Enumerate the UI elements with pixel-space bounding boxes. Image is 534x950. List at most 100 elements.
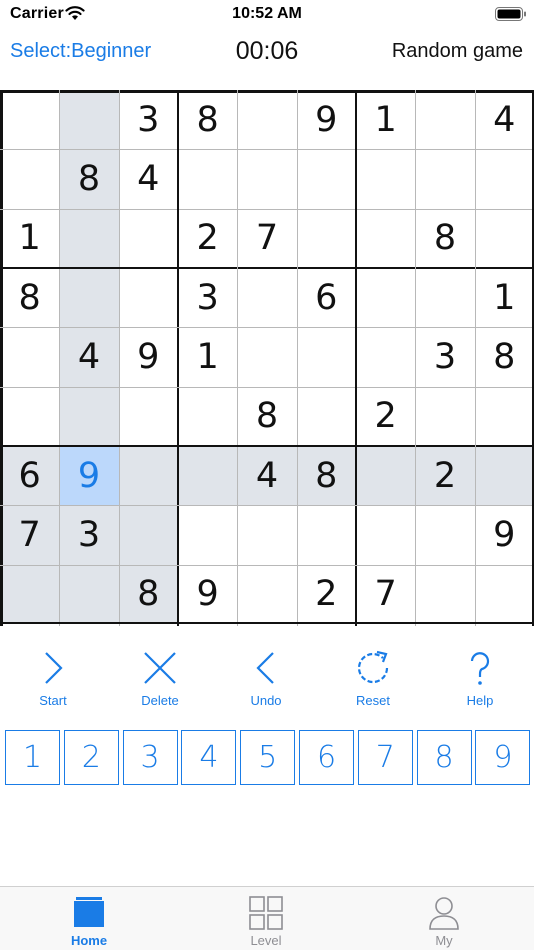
sudoku-cell[interactable]: 8 — [296, 445, 356, 506]
start-button[interactable]: Start — [13, 648, 93, 712]
sudoku-cell[interactable] — [237, 565, 296, 624]
number-key[interactable]: 9 — [475, 730, 531, 785]
sudoku-cell[interactable] — [237, 505, 296, 564]
sudoku-cell[interactable] — [475, 565, 534, 624]
sudoku-cell[interactable]: 9 — [475, 505, 534, 564]
sudoku-cell[interactable] — [415, 387, 474, 446]
sudoku-cell[interactable]: 9 — [119, 327, 178, 386]
sudoku-cell[interactable] — [0, 327, 59, 386]
number-key[interactable]: 1 — [5, 730, 60, 785]
sudoku-cell[interactable] — [237, 149, 296, 208]
sudoku-cell[interactable]: 1 — [178, 327, 237, 386]
sudoku-cell[interactable] — [119, 387, 178, 446]
sudoku-cell[interactable] — [356, 327, 415, 386]
sudoku-cell[interactable]: 2 — [356, 387, 415, 446]
number-key[interactable]: 3 — [122, 730, 178, 785]
sudoku-cell[interactable]: 6 — [297, 268, 356, 327]
undo-button[interactable]: Undo — [226, 648, 306, 712]
sudoku-cell[interactable] — [297, 505, 356, 564]
sudoku-cell[interactable] — [0, 90, 59, 149]
sudoku-cell[interactable]: 3 — [178, 268, 237, 327]
sudoku-cell[interactable]: 8 — [237, 387, 296, 446]
number-key[interactable]: 6 — [299, 730, 354, 785]
sudoku-cell[interactable] — [475, 209, 534, 268]
number-key[interactable]: 5 — [240, 730, 296, 785]
sudoku-cell[interactable] — [177, 445, 238, 506]
sudoku-cell[interactable] — [178, 505, 237, 564]
sudoku-cell[interactable]: 9 — [178, 565, 237, 624]
sudoku-cell[interactable] — [178, 387, 237, 446]
sudoku-cell[interactable]: 9 — [59, 445, 119, 506]
sudoku-cell[interactable] — [118, 445, 178, 506]
sudoku-cell[interactable]: 7 — [356, 565, 415, 624]
sudoku-cell[interactable]: 8 — [415, 209, 474, 268]
sudoku-cell[interactable] — [59, 90, 119, 150]
sudoku-cell[interactable] — [297, 149, 356, 208]
sudoku-cell[interactable] — [474, 445, 534, 506]
reset-button[interactable]: Reset — [333, 648, 413, 712]
sudoku-cell[interactable]: 2 — [178, 209, 237, 268]
sudoku-cell[interactable]: 9 — [297, 90, 356, 149]
sudoku-cell[interactable]: 7 — [0, 505, 60, 565]
delete-button[interactable]: Delete — [120, 648, 200, 712]
sudoku-cell[interactable] — [355, 445, 416, 506]
grid-line — [0, 90, 3, 626]
sudoku-cell[interactable] — [415, 149, 474, 208]
sudoku-cell[interactable] — [356, 505, 415, 564]
sudoku-cell[interactable]: 3 — [59, 505, 119, 565]
sudoku-cell[interactable] — [237, 327, 296, 386]
sudoku-cell[interactable]: 8 — [0, 268, 59, 327]
sudoku-cell[interactable]: 3 — [119, 90, 178, 149]
sudoku-cell[interactable] — [118, 505, 178, 565]
sudoku-cell[interactable]: 4 — [59, 327, 119, 387]
sudoku-cell[interactable] — [475, 149, 534, 208]
sudoku-cell[interactable] — [356, 209, 415, 268]
sudoku-cell[interactable]: 1 — [356, 90, 415, 149]
sudoku-cell[interactable] — [119, 209, 178, 268]
sudoku-cell[interactable] — [119, 268, 178, 327]
sudoku-cell[interactable]: 8 — [475, 327, 534, 386]
sudoku-cell[interactable]: 1 — [475, 268, 534, 327]
sudoku-cell[interactable] — [0, 387, 59, 446]
sudoku-cell[interactable] — [237, 90, 296, 149]
sudoku-cell[interactable]: 8 — [59, 149, 119, 209]
sudoku-cell[interactable] — [415, 268, 474, 327]
tab-home[interactable]: Home — [44, 895, 134, 950]
help-button[interactable]: Help — [440, 648, 520, 712]
sudoku-cell[interactable] — [0, 564, 60, 624]
sudoku-cell[interactable]: 1 — [0, 209, 59, 268]
sudoku-cell[interactable] — [297, 209, 356, 268]
sudoku-cell[interactable] — [59, 208, 119, 268]
sudoku-cell[interactable]: 4 — [119, 149, 178, 208]
sudoku-cell[interactable] — [297, 387, 356, 446]
sudoku-cell[interactable] — [297, 327, 356, 386]
random-game-button[interactable]: Random game — [392, 40, 523, 63]
sudoku-cell[interactable] — [0, 149, 59, 208]
sudoku-cell[interactable] — [415, 505, 474, 564]
number-key[interactable]: 7 — [357, 730, 413, 785]
sudoku-cell[interactable]: 2 — [297, 565, 356, 624]
sudoku-cell[interactable]: 4 — [237, 445, 297, 506]
sudoku-cell[interactable]: 8 — [118, 564, 178, 624]
sudoku-cell[interactable] — [237, 268, 296, 327]
sudoku-cell[interactable] — [356, 149, 415, 208]
sudoku-cell[interactable]: 7 — [237, 209, 296, 268]
sudoku-cell[interactable] — [59, 386, 119, 446]
sudoku-cell[interactable] — [356, 268, 415, 327]
tab-my[interactable]: My — [399, 895, 489, 950]
number-key[interactable]: 4 — [181, 730, 237, 785]
sudoku-cell[interactable]: 2 — [415, 445, 475, 506]
sudoku-cell[interactable]: 4 — [475, 90, 534, 149]
sudoku-cell[interactable] — [475, 387, 534, 446]
sudoku-cell[interactable] — [59, 267, 119, 328]
number-key[interactable]: 8 — [416, 730, 472, 785]
sudoku-cell[interactable] — [59, 564, 119, 624]
sudoku-cell[interactable]: 3 — [415, 327, 474, 386]
tab-level[interactable]: Level — [221, 895, 311, 950]
sudoku-cell[interactable] — [415, 565, 474, 624]
number-key[interactable]: 2 — [63, 730, 119, 785]
sudoku-cell[interactable]: 8 — [178, 90, 237, 149]
sudoku-cell[interactable] — [415, 90, 474, 149]
sudoku-cell[interactable]: 6 — [0, 445, 60, 506]
sudoku-cell[interactable] — [178, 149, 237, 208]
